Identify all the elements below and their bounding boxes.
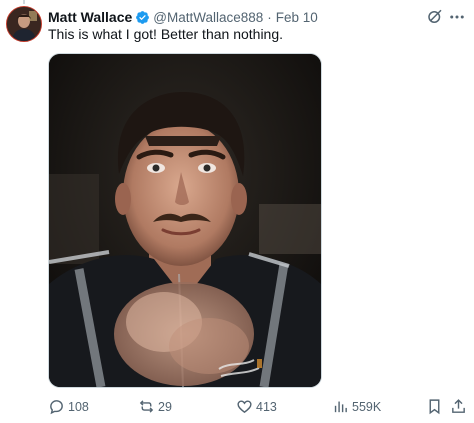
retweet-count: 29 — [158, 399, 172, 414]
retweet-button[interactable]: 29 — [138, 398, 172, 415]
bookmark-button[interactable] — [426, 398, 446, 415]
bookmark-icon — [429, 399, 440, 415]
thread-line — [23, 0, 25, 4]
more-icon[interactable] — [448, 8, 466, 26]
tweet-actions: 108 29 413 559K — [48, 398, 468, 418]
separator-dot: · — [267, 9, 272, 25]
reply-button[interactable]: 108 — [48, 398, 89, 415]
like-count: 413 — [256, 399, 277, 414]
tweet-date[interactable]: Feb 10 — [276, 10, 318, 25]
share-button[interactable] — [450, 398, 470, 415]
retweet-icon — [139, 400, 154, 413]
author-name[interactable]: Matt Wallace — [48, 9, 132, 25]
grok-icon[interactable] — [426, 8, 444, 26]
tweet-photo[interactable] — [48, 53, 322, 388]
like-icon — [237, 400, 252, 414]
tweet-text: This is what I got! Better than nothing. — [48, 26, 284, 42]
views-button[interactable]: 559K — [332, 398, 381, 415]
tweet-header: Matt Wallace @MattWallace888 · Feb 10 — [48, 8, 318, 26]
reply-count: 108 — [68, 399, 89, 414]
like-button[interactable]: 413 — [236, 398, 277, 415]
verified-badge-icon — [135, 10, 150, 25]
author-handle[interactable]: @MattWallace888 — [153, 10, 263, 25]
avatar[interactable] — [6, 6, 42, 42]
views-count: 559K — [352, 399, 382, 414]
views-icon — [334, 401, 347, 413]
share-icon — [452, 399, 465, 413]
reply-icon — [50, 400, 63, 415]
